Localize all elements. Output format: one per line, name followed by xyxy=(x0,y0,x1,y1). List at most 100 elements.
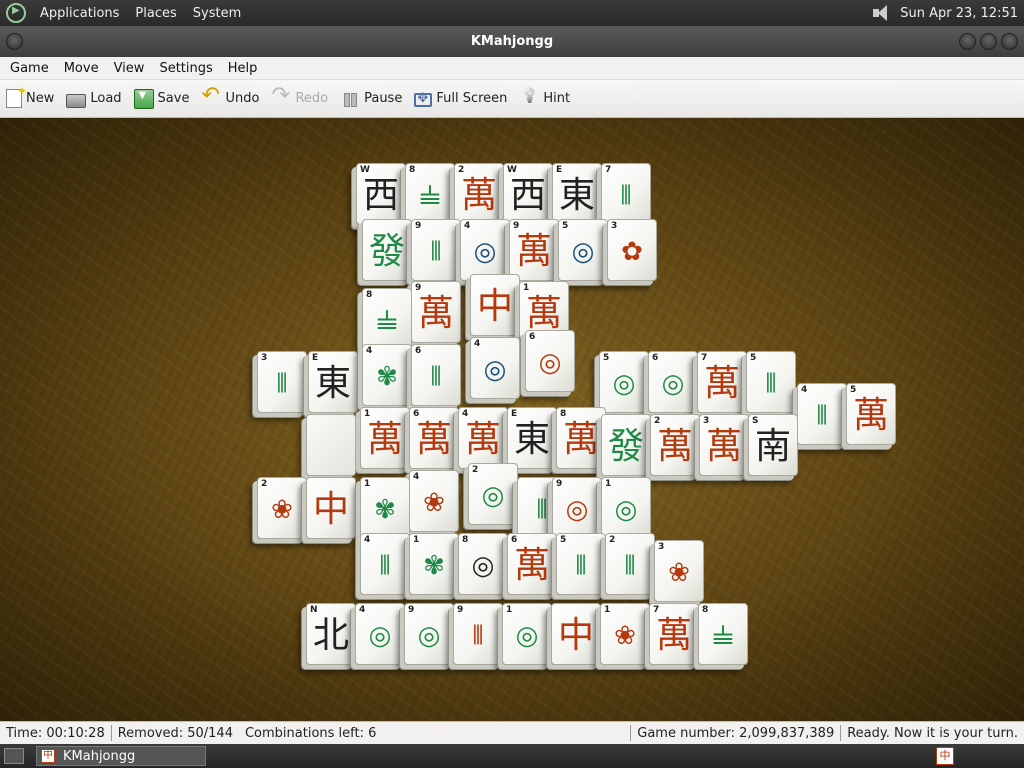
maximize-button[interactable] xyxy=(980,33,997,50)
distro-logo-icon[interactable] xyxy=(6,3,26,23)
tile-glyph: ◎ xyxy=(612,369,636,399)
mahjong-tile[interactable]: 8 ◎ xyxy=(458,533,508,595)
mahjong-tile[interactable]: 1萬 xyxy=(360,407,410,469)
mahjong-tile[interactable]: 4 ✾ xyxy=(362,344,412,406)
game-board[interactable]: W 西 8 𝍧 2 萬 W 西 E 東 7 ⦀ 發 9 ⦀ 4 ◎ 9 萬 5 ◎ 3 ✿ 8 𝍧 9 萬中 1 萬 4 ◎ 6 ◎ 3 ⦀ E 東 4 ✾… xyxy=(0,118,1024,721)
mahjong-tile[interactable]: 2萬 xyxy=(650,414,700,476)
mahjong-tile[interactable]: 5 ⦀ xyxy=(746,351,796,413)
mahjong-tile[interactable]: 9 ◎ xyxy=(404,603,454,665)
tile-glyph: ✾ xyxy=(376,362,398,392)
mahjong-tile[interactable]: 8𝍧 xyxy=(405,163,455,225)
taskbar-button-kmahjongg[interactable]: 中 KMahjongg xyxy=(36,746,206,766)
new-button[interactable]: New xyxy=(6,84,54,108)
undo-button[interactable]: Undo xyxy=(201,83,259,109)
mahjong-tile[interactable]: E東 xyxy=(308,351,358,413)
mahjong-tile[interactable]: 發 xyxy=(601,414,651,476)
fullscreen-icon xyxy=(414,91,433,107)
hint-button[interactable]: Hint xyxy=(519,89,570,109)
mahjong-tile[interactable]: 9 ◎ xyxy=(552,477,602,539)
tile-glyph: 萬 xyxy=(415,419,452,460)
tray-kmahjongg-icon[interactable]: 中 xyxy=(936,747,954,765)
redo-arrow-icon xyxy=(271,83,291,109)
redo-button[interactable]: Redo xyxy=(271,83,328,109)
mahjong-tile[interactable]: 2 ❀ xyxy=(257,477,307,539)
mahjong-tile[interactable]: 9 ⦀ xyxy=(411,219,461,281)
menu-settings[interactable]: Settings xyxy=(154,61,217,76)
mahjong-tile[interactable]: 4 ◎ xyxy=(355,603,405,665)
mahjong-tile[interactable]: W西 xyxy=(356,163,406,225)
applications-menu[interactable]: Applications xyxy=(32,6,127,21)
volume-icon[interactable] xyxy=(870,3,892,23)
menu-view[interactable]: View xyxy=(109,61,150,76)
mahjong-tile[interactable]: 2 ⦀ xyxy=(605,533,655,595)
fullscreen-button[interactable]: Full Screen xyxy=(414,90,507,107)
places-menu[interactable]: Places xyxy=(127,6,184,21)
mahjong-tile[interactable]: 3萬 xyxy=(699,414,749,476)
mahjong-tile[interactable]: S南 xyxy=(748,414,798,476)
mahjong-tile[interactable]: 發 xyxy=(362,219,412,281)
window-titlebar[interactable]: KMahjongg xyxy=(0,26,1024,57)
mahjong-tile[interactable]: 8萬 xyxy=(556,407,606,469)
mahjong-tile[interactable]: 7萬 xyxy=(649,603,699,665)
pause-button[interactable]: Pause xyxy=(340,89,402,109)
panel-clock[interactable]: Sun Apr 23, 12:51 xyxy=(900,6,1024,21)
mahjong-tile[interactable]: 4 ⦀ xyxy=(797,383,847,445)
show-desktop-icon[interactable] xyxy=(4,748,24,764)
mahjong-tile[interactable]: 中 xyxy=(551,603,601,665)
mahjong-tile[interactable]: 中 xyxy=(470,274,520,336)
mahjong-tile[interactable]: 7萬 xyxy=(697,351,747,413)
mahjong-tile[interactable]: N北 xyxy=(306,603,356,665)
mahjong-tile[interactable]: 6 ◎ xyxy=(648,351,698,413)
mahjong-tile[interactable]: 3 ✿ xyxy=(607,219,657,281)
mahjong-tile[interactable]: 5萬 xyxy=(846,383,896,445)
load-button[interactable]: Load xyxy=(66,90,122,108)
mahjong-tile[interactable]: 4 ◎ xyxy=(460,219,510,281)
tile-glyph: 萬 xyxy=(656,426,693,467)
mahjong-tile[interactable]: E東 xyxy=(507,407,557,469)
mahjong-tile[interactable]: 1 ◎ xyxy=(601,477,651,539)
mahjong-tile[interactable]: 8𝍧 xyxy=(362,288,412,350)
system-menu[interactable]: System xyxy=(185,6,249,21)
tile-glyph: ⦀ xyxy=(379,551,391,581)
mahjong-tile[interactable]: 2 ◎ xyxy=(468,463,518,525)
mahjong-tile[interactable]: 6萬 xyxy=(507,533,557,595)
menu-game[interactable]: Game xyxy=(5,61,54,76)
mahjong-tile[interactable]: 6 ⦀ xyxy=(411,344,461,406)
mahjong-tile[interactable]: 1 ◎ xyxy=(502,603,552,665)
menu-help[interactable]: Help xyxy=(223,61,263,76)
mahjong-tile[interactable]: 7 ⦀ xyxy=(601,163,651,225)
mahjong-tile[interactable]: 9 ⦀ xyxy=(453,603,503,665)
mahjong-tile[interactable]: 3 ⦀ xyxy=(257,351,307,413)
tile-glyph: ◎ xyxy=(538,348,562,378)
mahjong-tile[interactable]: 2萬 xyxy=(454,163,504,225)
window-menu-button[interactable] xyxy=(6,33,23,50)
mahjong-tile[interactable]: 5 ◎ xyxy=(558,219,608,281)
mahjong-tile[interactable]: 9萬 xyxy=(509,219,559,281)
toolbar: New Load Save Undo Redo Pause Full Scree… xyxy=(0,80,1024,118)
minimize-button[interactable] xyxy=(959,33,976,50)
mahjong-tile[interactable]: 8𝍧 xyxy=(698,603,748,665)
mahjong-tile[interactable]: 4萬 xyxy=(458,407,508,469)
menu-move[interactable]: Move xyxy=(59,61,104,76)
tile-glyph: 西 xyxy=(362,175,399,216)
mahjong-tile[interactable]: 6 ◎ xyxy=(525,330,575,392)
tile-glyph: ⦀ xyxy=(430,362,442,392)
tile-glyph: ⦀ xyxy=(575,551,587,581)
mahjong-tile[interactable]: 4 ⦀ xyxy=(360,533,410,595)
mahjong-tile[interactable]: W西 xyxy=(503,163,553,225)
mahjong-tile[interactable]: 9萬 xyxy=(411,281,461,343)
mahjong-tile[interactable] xyxy=(306,414,356,476)
mahjong-tile[interactable]: 5 ⦀ xyxy=(556,533,606,595)
mahjong-tile[interactable]: 4 ◎ xyxy=(470,337,520,399)
mahjong-tile[interactable]: 中 xyxy=(306,477,356,539)
close-button[interactable] xyxy=(1001,33,1018,50)
mahjong-tile[interactable]: 6萬 xyxy=(409,407,459,469)
mahjong-tile[interactable]: 1 ✾ xyxy=(360,477,410,539)
mahjong-tile[interactable]: 1 ❀ xyxy=(600,603,650,665)
mahjong-tile[interactable]: 3 ❀ xyxy=(654,540,704,602)
mahjong-tile[interactable]: 5 ◎ xyxy=(599,351,649,413)
mahjong-tile[interactable]: E東 xyxy=(552,163,602,225)
mahjong-tile[interactable]: 1 ✾ xyxy=(409,533,459,595)
mahjong-tile[interactable]: 4 ❀ xyxy=(409,470,459,532)
save-button[interactable]: Save xyxy=(133,88,189,109)
